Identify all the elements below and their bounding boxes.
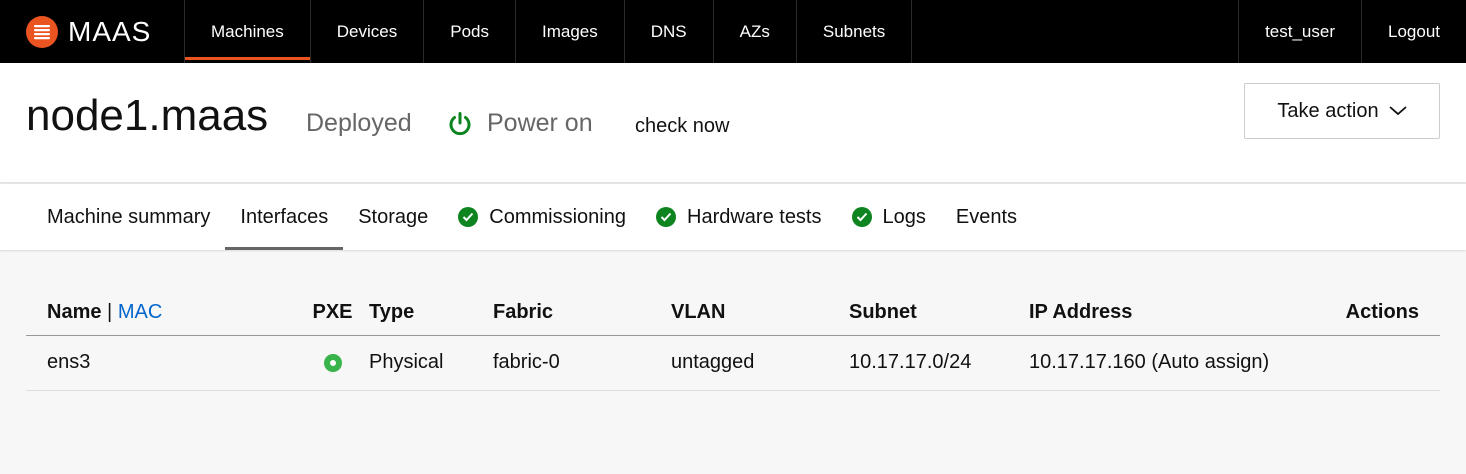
power-label: Power on [487, 109, 593, 137]
interface-subnet: 10.17.17.0/24 [849, 335, 1029, 391]
brand-name: MAAS [68, 15, 152, 47]
check-now-link[interactable]: check now [635, 115, 730, 138]
nav-logout[interactable]: Logout [1361, 0, 1466, 63]
column-header-fabric: Fabric [493, 290, 671, 336]
mac-toggle-link[interactable]: MAC [118, 301, 162, 323]
column-header-ip-address: IP Address [1029, 290, 1329, 336]
interface-actions [1329, 335, 1440, 391]
tab-label: Hardware tests [687, 205, 822, 228]
top-navigation: MAAS Machines Devices Pods Images DNS AZ… [0, 0, 1466, 63]
power-status: Power on [447, 109, 593, 138]
machine-tabs: Machine summary Interfaces Storage Commi… [0, 183, 1466, 250]
interface-name: ens3 [26, 335, 296, 391]
machine-header: node1.maas Deployed Power on check now T… [0, 63, 1466, 183]
tab-label: Events [955, 205, 1018, 228]
nav-item-azs[interactable]: AZs [712, 0, 796, 63]
success-check-icon [458, 207, 479, 227]
column-header-type: Type [369, 290, 493, 336]
interface-fabric: fabric-0 [493, 335, 671, 391]
tab-label: Commissioning [489, 205, 626, 228]
nav-item-machines[interactable]: Machines [184, 0, 310, 63]
tab-storage[interactable]: Storage [343, 184, 443, 250]
take-action-label: Take action [1277, 99, 1379, 122]
power-icon [449, 111, 471, 135]
tab-interfaces[interactable]: Interfaces [225, 184, 344, 250]
tab-logs[interactable]: Logs [837, 184, 941, 250]
pxe-cell [296, 335, 369, 391]
nav-user[interactable]: test_user [1238, 0, 1361, 63]
interface-vlan: untagged [671, 335, 849, 391]
interface-type: Physical [369, 335, 493, 391]
table-row[interactable]: ens3 Physical fabric-0 untagged 10.17.17… [26, 335, 1440, 391]
tab-label: Storage [358, 205, 429, 228]
column-header-pxe: PXE [296, 290, 369, 336]
interfaces-table: Name | MAC PXE Type Fabric VLAN Subnet I… [26, 290, 1440, 391]
tab-label: Machine summary [47, 205, 211, 228]
pxe-enabled-icon [323, 353, 342, 372]
tab-machine-summary[interactable]: Machine summary [32, 184, 225, 250]
interface-ip-address: 10.17.17.160 (Auto assign) [1029, 335, 1329, 391]
column-header-actions: Actions [1329, 290, 1440, 336]
header-separator: | [107, 300, 113, 323]
machine-title: node1.maas [26, 91, 269, 140]
nav-item-subnets[interactable]: Subnets [795, 0, 913, 63]
tab-label: Logs [882, 205, 926, 228]
tab-commissioning[interactable]: Commissioning [443, 184, 641, 250]
maas-logo-icon [26, 15, 58, 48]
tab-label: Interfaces [240, 205, 329, 228]
brand[interactable]: MAAS [0, 0, 184, 63]
column-header-subnet: Subnet [849, 290, 1029, 336]
success-check-icon [851, 207, 872, 227]
nav-item-dns[interactable]: DNS [623, 0, 713, 63]
name-sort-label[interactable]: Name [47, 301, 101, 323]
column-header-vlan: VLAN [671, 290, 849, 336]
success-check-icon [656, 207, 676, 227]
column-header-name[interactable]: Name | MAC [26, 290, 296, 336]
chevron-down-icon [1388, 106, 1407, 116]
nav-item-devices[interactable]: Devices [309, 0, 423, 63]
tab-hardware-tests[interactable]: Hardware tests [641, 184, 837, 250]
nav-item-images[interactable]: Images [514, 0, 624, 63]
take-action-button[interactable]: Take action [1244, 83, 1440, 139]
nav-item-pods[interactable]: Pods [423, 0, 515, 63]
tab-events[interactable]: Events [941, 184, 1032, 250]
table-header-row: Name | MAC PXE Type Fabric VLAN Subnet I… [26, 290, 1440, 336]
machine-status: Deployed [306, 109, 412, 137]
interfaces-content: Name | MAC PXE Type Fabric VLAN Subnet I… [0, 290, 1466, 391]
